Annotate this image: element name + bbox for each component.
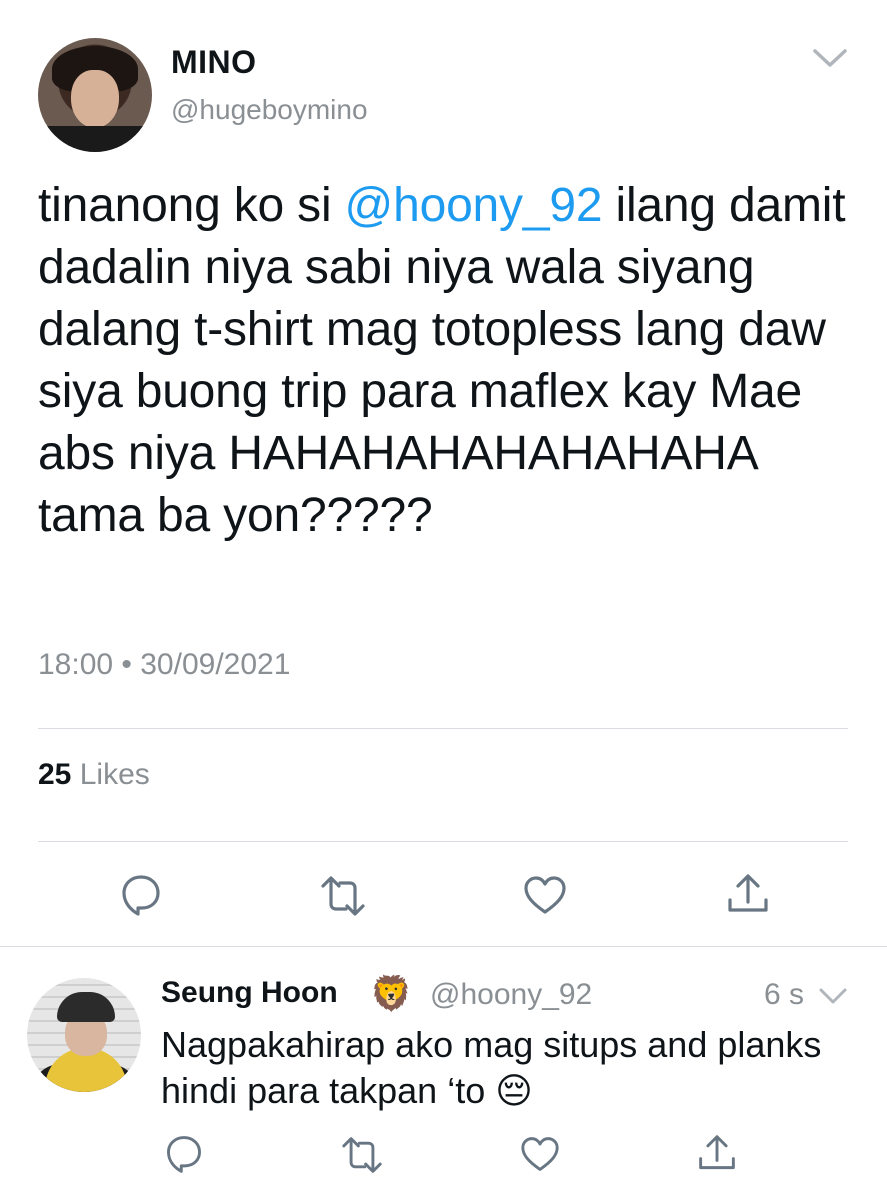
likes-count: 25 (38, 758, 72, 791)
comment-icon[interactable] (163, 1133, 205, 1175)
divider (38, 728, 848, 729)
likes-label: Likes (79, 758, 150, 791)
reply-author-avatar[interactable] (27, 978, 141, 1092)
tweet-text-rest: ilang damit dadalin niya sabi niya wala … (38, 179, 846, 542)
share-icon[interactable] (726, 872, 770, 918)
share-icon[interactable] (697, 1133, 737, 1175)
lion-emoji: 🦁 (370, 975, 413, 1013)
avatar-cap (57, 992, 115, 1022)
retweet-icon[interactable] (320, 874, 366, 918)
divider (0, 946, 887, 947)
author-display-name[interactable]: MINO (171, 44, 257, 81)
mention-link[interactable]: @hoony_92 (345, 179, 603, 232)
reply-author-handle[interactable]: @hoony_92 (430, 978, 592, 1012)
reply-text: Nagpakahirap ako mag situps and planks h… (161, 1024, 822, 1111)
avatar-shirt (38, 126, 152, 152)
author-avatar[interactable] (38, 38, 152, 152)
chevron-down-icon[interactable] (818, 986, 848, 1006)
author-handle[interactable]: @hugeboymino (171, 94, 368, 126)
tweet-text-start: tinanong ko si (38, 179, 345, 232)
likes-summary[interactable]: 25 Likes (38, 758, 150, 792)
heart-icon[interactable] (522, 874, 568, 916)
tweet-timestamp[interactable]: 18:00 • 30/09/2021 (38, 648, 290, 682)
retweet-icon[interactable] (341, 1135, 383, 1175)
chevron-down-icon[interactable] (812, 46, 848, 70)
tweet-text: tinanong ko si @hoony_92 ilang damit dad… (38, 175, 858, 547)
divider (38, 841, 848, 842)
comment-icon[interactable] (118, 872, 164, 918)
reply-time[interactable]: 6 s (764, 978, 804, 1012)
heart-icon[interactable] (519, 1135, 561, 1173)
reply-author-name[interactable]: Seung Hoon (161, 976, 338, 1010)
avatar-face (71, 70, 119, 128)
